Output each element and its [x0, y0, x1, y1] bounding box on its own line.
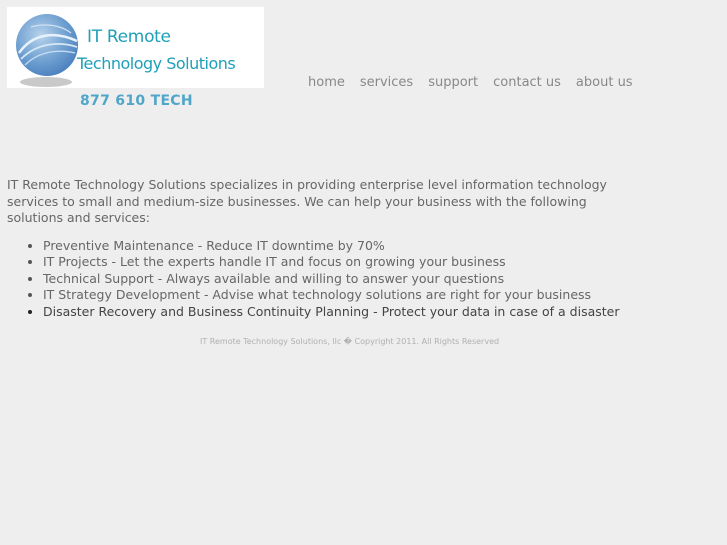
services-list: Preventive Maintenance - Reduce IT downt…: [7, 238, 663, 320]
main-nav: home services support contact us about u…: [308, 75, 648, 90]
list-item: IT Strategy Development - Advise what te…: [43, 287, 663, 303]
company-logo[interactable]: IT Remote Technology Solutions: [7, 7, 264, 88]
nav-contact-us[interactable]: contact us: [493, 75, 561, 90]
nav-support[interactable]: support: [428, 75, 478, 90]
nav-services[interactable]: services: [360, 75, 413, 90]
globe-swirl-icon: [16, 14, 78, 76]
list-item: Technical Support - Always available and…: [43, 271, 663, 287]
intro-paragraph: IT Remote Technology Solutions specializ…: [7, 177, 607, 225]
page: IT Remote Technology Solutions 877 610 T…: [0, 0, 727, 545]
copyright-footer: IT Remote Technology Solutions, llc � Co…: [200, 337, 500, 346]
nav-home[interactable]: home: [308, 75, 345, 90]
list-item: IT Projects - Let the experts handle IT …: [43, 254, 663, 270]
logo-title-line2: Technology Solutions: [77, 54, 236, 73]
logo-shadow-graphic: [20, 77, 72, 87]
phone-number: 877 610 TECH: [80, 93, 193, 109]
list-item: Disaster Recovery and Business Continuit…: [43, 304, 663, 320]
logo-title-line1: IT Remote: [87, 27, 171, 47]
nav-about-us[interactable]: about us: [576, 75, 633, 90]
list-item: Preventive Maintenance - Reduce IT downt…: [43, 238, 663, 254]
